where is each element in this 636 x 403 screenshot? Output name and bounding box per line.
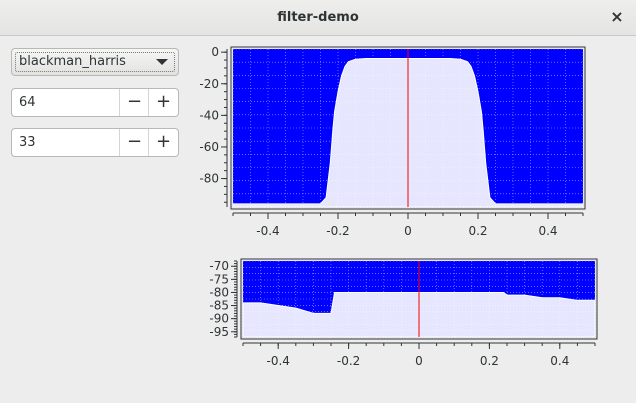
x-tick-label: -0.4 bbox=[266, 354, 289, 368]
x-tick-label: 0.4 bbox=[538, 224, 557, 238]
y-tick-label: -90 bbox=[209, 312, 229, 326]
window-title: filter-demo bbox=[277, 10, 359, 25]
stopband-detail-chart: -0.4 -0.2 0 0.2 0.4 -70-75-80-85-90-95 bbox=[209, 258, 598, 368]
y-tick-label: -70 bbox=[209, 259, 229, 273]
close-icon[interactable]: × bbox=[608, 8, 626, 26]
frequency-response-chart: -0.4 -0.2 0 0.2 0.4 0 -20 -40 -60 -80 bbox=[199, 45, 586, 238]
y-tick-label: -75 bbox=[209, 272, 229, 286]
cutoff-decrement-button[interactable]: − bbox=[119, 129, 149, 156]
taps-decrement-button[interactable]: − bbox=[119, 89, 149, 116]
taps-spinbox[interactable]: 64 − + bbox=[11, 88, 179, 117]
x-tick-label: -0.4 bbox=[256, 224, 279, 238]
x-tick-label: -0.2 bbox=[326, 224, 349, 238]
x-tick-label: 0.2 bbox=[468, 224, 487, 238]
window-type-value: blackman_harris bbox=[19, 54, 126, 69]
window-type-dropdown[interactable]: blackman_harris bbox=[11, 48, 179, 76]
y-tick-label: -60 bbox=[199, 140, 219, 154]
cutoff-input[interactable]: 33 bbox=[19, 135, 36, 150]
chevron-down-icon bbox=[156, 59, 168, 65]
title-bar: filter-demo × bbox=[0, 0, 636, 36]
cutoff-spinbox[interactable]: 33 − + bbox=[11, 128, 179, 157]
x-tick-label: 0.2 bbox=[480, 354, 499, 368]
y-tick-label: -95 bbox=[209, 325, 229, 339]
taps-increment-button[interactable]: + bbox=[148, 89, 178, 116]
y-tick-label: -80 bbox=[199, 172, 219, 186]
x-tick-label: 0.4 bbox=[550, 354, 569, 368]
y-tick-label: 0 bbox=[211, 45, 219, 59]
y-tick-label: -85 bbox=[209, 299, 229, 313]
y-tick-label: -80 bbox=[209, 285, 229, 299]
x-tick-label: 0 bbox=[415, 354, 423, 368]
cutoff-increment-button[interactable]: + bbox=[148, 129, 178, 156]
y-tick-label: -40 bbox=[199, 108, 219, 122]
x-tick-label: -0.2 bbox=[337, 354, 360, 368]
x-tick-label: 0 bbox=[404, 224, 412, 238]
taps-input[interactable]: 64 bbox=[19, 95, 36, 110]
y-tick-label: -20 bbox=[199, 77, 219, 91]
